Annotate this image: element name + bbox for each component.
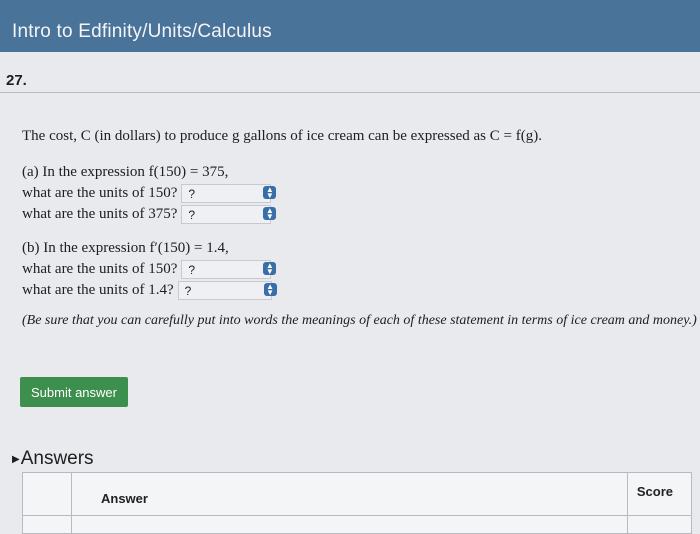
select-arrows-icon[interactable]: ▲ ▼ [263,206,277,220]
part-b-question-1: what are the units of 150? [22,261,178,277]
select-arrows-icon[interactable]: ▲ ▼ [263,261,277,275]
part-a-row-2: what are the units of 375? ? ▲ ▼ [22,204,682,225]
instruction-note: (Be sure that you can carefully put into… [22,313,697,328]
collapse-triangle-icon[interactable]: ▶ [12,454,20,465]
select-value: ? [184,283,192,298]
part-b-row-2: what are the units of 1.4? ? ▲ ▼ [22,280,682,301]
question-number: 27. [6,72,27,89]
select-arrows-icon[interactable]: ▲ ▼ [263,282,277,296]
part-a-question-1: what are the units of 150? [22,185,178,201]
answers-heading[interactable]: ▶ Answers [12,448,94,470]
select-value: ? [188,186,196,201]
answer-column-header: Answer [101,491,148,506]
part-a: (a) In the expression f(150) = 375, what… [22,161,682,225]
part-b-intro: (b) In the expression f′(150) = 1.4, [22,240,229,256]
units-select-b2[interactable]: ? ▲ ▼ [177,281,277,300]
table-index-column [23,473,72,533]
part-b-question-2: what are the units of 1.4? [22,282,174,298]
units-select-a2[interactable]: ? ▲ ▼ [181,205,277,224]
part-a-row-1: what are the units of 150? ? ▲ ▼ [22,183,682,204]
divider [0,92,700,93]
select-value: ? [188,262,196,277]
breadcrumb[interactable]: Intro to Edfinity/Units/Calculus [12,21,272,43]
part-b-row-1: what are the units of 150? ? ▲ ▼ [22,259,682,280]
score-column-header: Score [636,484,673,499]
part-a-intro: (a) In the expression f(150) = 375, [22,164,229,180]
table-answer-column [72,473,628,533]
units-select-a1[interactable]: ? ▲ ▼ [181,184,277,203]
submit-answer-button[interactable]: Submit answer [20,377,128,407]
app-header: Intro to Edfinity/Units/Calculus [0,0,700,52]
part-b: (b) In the expression f′(150) = 1.4, wha… [22,237,682,301]
problem-statement: The cost, C (in dollars) to produce g ga… [22,128,542,144]
part-a-question-2: what are the units of 375? [22,206,178,222]
table-divider [23,515,691,516]
units-select-b1[interactable]: ? ▲ ▼ [181,260,277,279]
problem-body: The cost, C (in dollars) to produce g ga… [22,128,697,329]
select-arrows-icon[interactable]: ▲ ▼ [263,185,277,199]
select-value: ? [188,207,196,222]
answers-title: Answers [20,448,94,469]
